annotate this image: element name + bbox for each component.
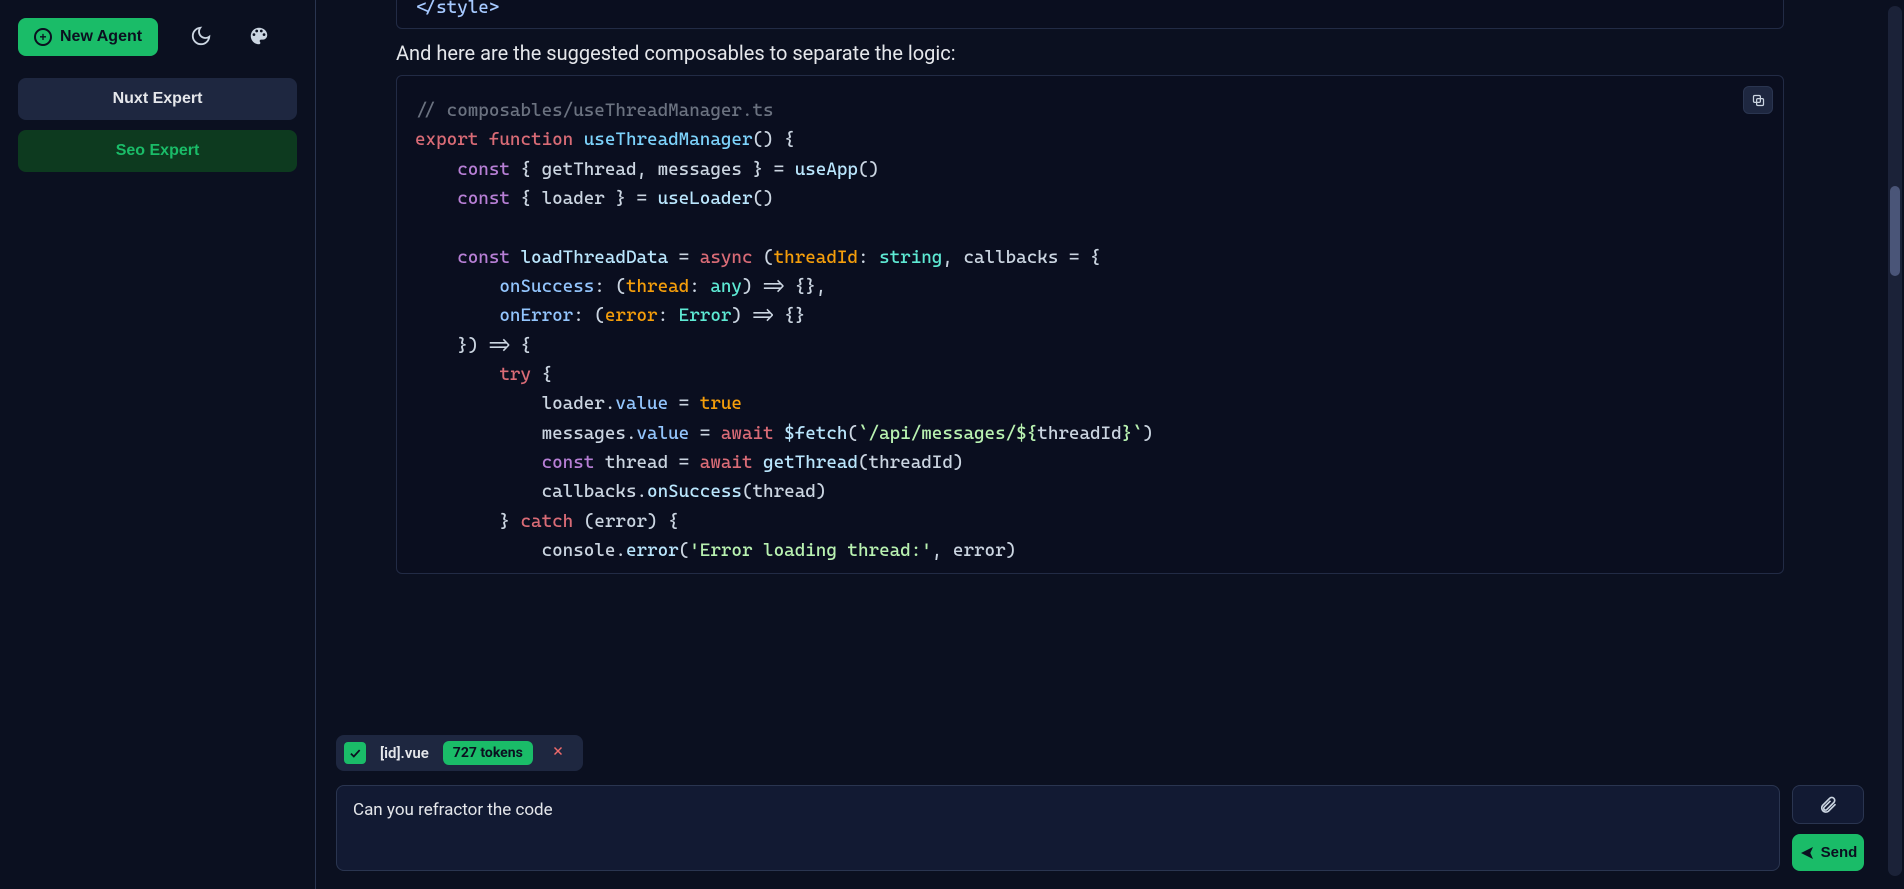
file-token-count: 727 tokens (443, 741, 533, 765)
scrollbar-thumb[interactable] (1890, 186, 1900, 276)
chat-content: </style> And here are the suggested comp… (396, 0, 1784, 574)
code-block: // composables/useThreadManager.ts expor… (396, 75, 1784, 574)
paperclip-icon (1818, 795, 1838, 815)
composer-row: Send (336, 785, 1864, 871)
chat-scroll[interactable]: </style> And here are the suggested comp… (316, 0, 1884, 727)
new-agent-label: New Agent (60, 28, 142, 46)
sidebar-top: + New Agent (18, 18, 297, 56)
close-icon (551, 744, 565, 758)
file-attachment-chip: [id].vue 727 tokens (336, 735, 583, 771)
plus-circle-icon: + (34, 28, 52, 46)
copy-code-button[interactable] (1743, 86, 1773, 114)
agent-item-1[interactable]: Seo Expert (18, 130, 297, 172)
file-included-checkbox[interactable] (344, 742, 366, 764)
previous-code-block: </style> (396, 0, 1784, 29)
theme-toggle-button[interactable] (186, 21, 216, 54)
code-content: // composables/useThreadManager.ts expor… (415, 96, 1765, 565)
send-label: Send (1821, 844, 1858, 861)
remove-file-button[interactable] (547, 742, 569, 765)
copy-icon (1751, 93, 1766, 108)
sidebar: + New Agent Nuxt Expert Seo Expert (0, 0, 316, 889)
send-button[interactable]: Send (1792, 834, 1864, 871)
composer: [id].vue 727 tokens Send (316, 727, 1884, 889)
moon-icon (190, 25, 212, 47)
assistant-text: And here are the suggested composables t… (396, 41, 1784, 65)
agent-item-0[interactable]: Nuxt Expert (18, 78, 297, 120)
main-panel: </style> And here are the suggested comp… (316, 0, 1904, 889)
composer-buttons: Send (1792, 785, 1864, 871)
palette-icon (248, 25, 270, 47)
agent-list: Nuxt Expert Seo Expert (18, 78, 297, 182)
message-input[interactable] (336, 785, 1780, 871)
check-icon (348, 746, 362, 760)
attach-button[interactable] (1792, 785, 1864, 824)
scrollbar-vertical[interactable] (1888, 6, 1902, 876)
code-tail: </style> (415, 0, 1765, 18)
file-name: [id].vue (380, 744, 429, 762)
palette-button[interactable] (244, 21, 274, 54)
send-icon (1799, 845, 1815, 861)
new-agent-button[interactable]: + New Agent (18, 18, 158, 56)
